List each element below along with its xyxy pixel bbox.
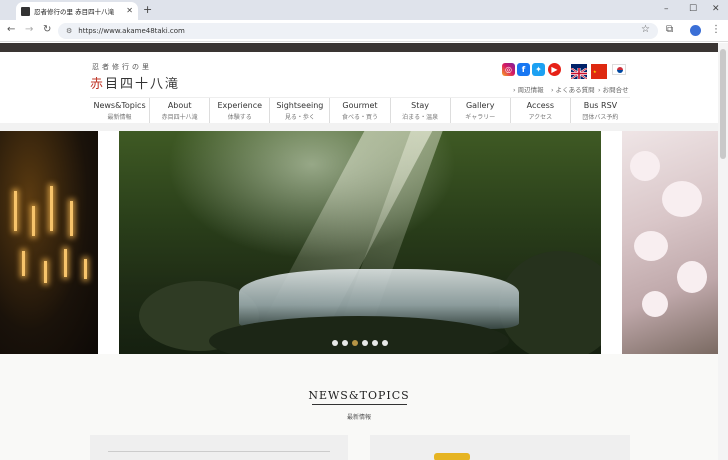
- slider-dot-active[interactable]: [352, 340, 358, 346]
- flag-korea-icon[interactable]: [612, 64, 626, 75]
- twitter-icon[interactable]: ✦: [532, 63, 545, 76]
- slider-pagination: [332, 340, 388, 346]
- instagram-icon[interactable]: ◎: [502, 63, 515, 76]
- minimize-icon[interactable]: –: [664, 4, 669, 14]
- site-favicon-icon: [21, 6, 30, 16]
- new-tab-icon[interactable]: +: [143, 4, 152, 15]
- nav-bus-rsv[interactable]: Bus RSV 団体バス予約: [571, 98, 630, 123]
- nav-news[interactable]: News&Topics 最新情報: [90, 98, 151, 123]
- news-card[interactable]: [90, 435, 348, 460]
- back-icon[interactable]: ←: [7, 24, 15, 36]
- nav-gourmet[interactable]: Gourmet 食べる・買う: [330, 98, 391, 123]
- slider-dot[interactable]: [372, 340, 378, 346]
- close-window-icon[interactable]: ✕: [712, 4, 720, 14]
- browser-tab[interactable]: 忍者修行の里 赤目四十八滝 ✕: [16, 2, 138, 20]
- site-logo[interactable]: 赤目四十八滝: [90, 73, 180, 92]
- extensions-icon[interactable]: ⧉: [666, 24, 673, 36]
- slide-prev-lantern-image[interactable]: [0, 131, 98, 354]
- news-section-subtitle: 最新情報: [346, 414, 371, 421]
- slider-dot[interactable]: [332, 340, 338, 346]
- slider-dot[interactable]: [382, 340, 388, 346]
- quick-link-faq[interactable]: › よくある質問: [551, 84, 595, 94]
- page-scrollbar[interactable]: [718, 43, 728, 460]
- quick-link-contact[interactable]: › お問合せ: [598, 84, 629, 94]
- tab-title: 忍者修行の里 赤目四十八滝: [34, 8, 115, 16]
- slider-dot[interactable]: [342, 340, 348, 346]
- facebook-icon[interactable]: f: [517, 63, 530, 76]
- browser-tab-strip: 忍者修行の里 赤目四十八滝 ✕ + – ☐ ✕: [0, 0, 728, 20]
- main-navigation: News&Topics 最新情報 About 赤目四十八滝 Experience 体験…: [90, 97, 630, 123]
- nav-experience[interactable]: Experience 体験する: [210, 98, 271, 123]
- flag-uk-icon[interactable]: [570, 64, 588, 80]
- nav-sightseeing[interactable]: Sightseeing 見る・歩く: [270, 98, 331, 123]
- hero-waterfall-image[interactable]: [119, 131, 601, 354]
- logo-subtitle: 忍者修行の里: [92, 63, 152, 71]
- slider-dot[interactable]: [362, 340, 368, 346]
- nav-stay[interactable]: Stay 泊まる・温泉: [391, 98, 451, 123]
- slide-next-cherry-image[interactable]: [622, 131, 718, 354]
- address-bar[interactable]: ⚙ https://www.akame48taki.com: [58, 23, 658, 39]
- url-text[interactable]: https://www.akame48taki.com: [78, 27, 185, 35]
- reload-icon[interactable]: ↻: [43, 24, 51, 36]
- title-underline: [312, 404, 407, 405]
- quick-link-nearby[interactable]: › 周辺情報: [513, 84, 544, 94]
- news-section-title: NEWS&TOPICS: [308, 389, 410, 402]
- logo-rest: 目四十八滝: [105, 77, 181, 92]
- site-info-icon[interactable]: ⚙: [66, 27, 72, 35]
- page-viewport: 忍者修行の里 赤目四十八滝 ◎ f ✦ ▶ ★ › 周辺情報 › よくある質問 …: [0, 43, 718, 460]
- nav-divider: [0, 123, 718, 131]
- menu-kebab-icon[interactable]: ⋮: [711, 24, 721, 36]
- news-category-badge: [434, 453, 470, 460]
- top-strip: [0, 43, 718, 52]
- news-card[interactable]: [370, 435, 630, 460]
- flag-china-icon[interactable]: ★: [591, 64, 607, 79]
- svg-text:★: ★: [593, 69, 597, 74]
- logo-red-char: 赤: [90, 77, 106, 92]
- scroll-thumb[interactable]: [720, 49, 726, 159]
- nav-gallery[interactable]: Gallery ギャラリー: [451, 98, 511, 123]
- bookmark-star-icon[interactable]: ☆: [641, 24, 650, 36]
- forward-icon[interactable]: →: [25, 24, 33, 36]
- youtube-icon[interactable]: ▶: [548, 63, 561, 76]
- profile-avatar[interactable]: [690, 25, 701, 36]
- nav-about[interactable]: About 赤目四十八滝: [150, 98, 211, 123]
- browser-toolbar: ← → ↻ ⚙ https://www.akame48taki.com ☆ ⧉ …: [0, 20, 728, 42]
- maximize-icon[interactable]: ☐: [689, 4, 697, 14]
- nav-access[interactable]: Access アクセス: [511, 98, 571, 123]
- close-tab-icon[interactable]: ✕: [126, 7, 133, 15]
